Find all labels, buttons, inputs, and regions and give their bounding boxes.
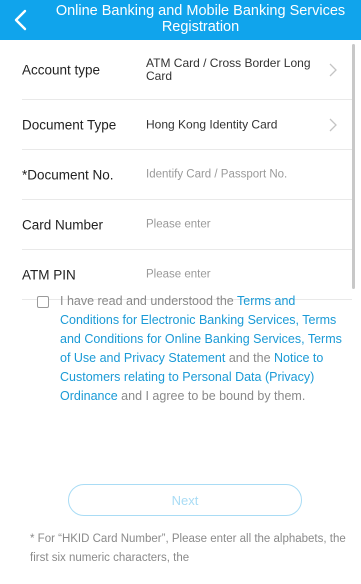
account-type-value: ATM Card / Cross Border Long Card — [146, 55, 311, 83]
chevron-right-icon — [329, 63, 337, 76]
card-number-label: Card Number — [22, 217, 104, 232]
scrollbar[interactable] — [352, 44, 355, 289]
registration-form: Account type ATM Card / Cross Border Lon… — [0, 40, 352, 300]
chevron-left-icon — [14, 9, 27, 31]
document-no-input[interactable]: Identify Card / Passport No. — [146, 168, 311, 181]
next-button[interactable]: Next — [68, 484, 302, 516]
document-type-row[interactable]: Document Type Hong Kong Identity Card — [22, 100, 352, 150]
agreement-text: I have read and understood the Terms and… — [60, 292, 352, 406]
document-type-label: Document Type — [22, 117, 117, 132]
document-type-value: Hong Kong Identity Card — [146, 117, 278, 131]
agreement-text-part1: I have read and understood the — [60, 294, 237, 308]
agreement-text-part2: and the — [225, 351, 275, 365]
chevron-right-icon — [329, 118, 337, 131]
atm-pin-input[interactable]: Please enter — [146, 268, 311, 281]
document-no-row: *Document No. Identify Card / Passport N… — [22, 150, 352, 200]
header-bar: Online Banking and Mobile Banking Servic… — [0, 0, 361, 40]
document-no-label: *Document No. — [22, 167, 114, 182]
agree-checkbox[interactable] — [37, 296, 49, 308]
card-number-row: Card Number Please enter — [22, 200, 352, 250]
footnote: * For “HKID Card Number”, Please enter a… — [30, 533, 346, 564]
page-title: Online Banking and Mobile Banking Servic… — [55, 3, 346, 35]
atm-pin-label: ATM PIN — [22, 267, 76, 282]
agreement-text-part3: and I agree to be bound by them. — [117, 389, 306, 403]
back-button[interactable] — [6, 4, 34, 36]
account-type-row[interactable]: Account type ATM Card / Cross Border Lon… — [22, 40, 352, 100]
account-type-label: Account type — [22, 62, 101, 77]
card-number-input[interactable]: Please enter — [146, 218, 311, 231]
